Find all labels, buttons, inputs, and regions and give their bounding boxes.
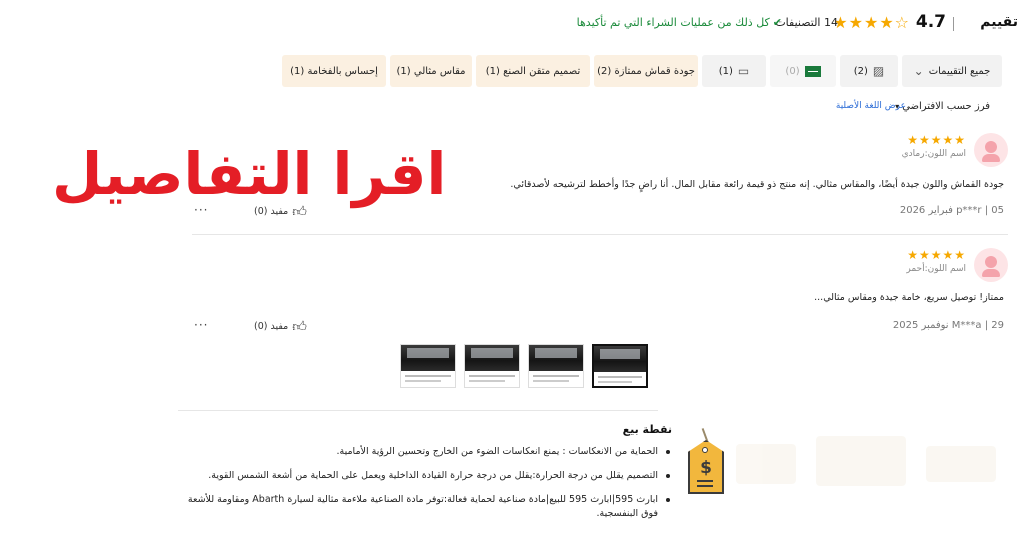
average-score: 4.7 bbox=[915, 12, 946, 32]
review-divider bbox=[192, 234, 1008, 235]
checkmark-icon: ✔ bbox=[772, 16, 782, 29]
thumbnail-image[interactable] bbox=[464, 344, 520, 388]
verified-note: ✔كل ذلك من عمليات الشراء التي تم تأكيدها bbox=[577, 16, 782, 29]
filter-chip-label: جودة قماش ممتازة (2) bbox=[597, 65, 695, 77]
filter-all-ratings[interactable]: جميع التقييمات ⌄ bbox=[902, 55, 1002, 87]
overlay-read-details-text: اقرا التفاصيل bbox=[52, 140, 447, 208]
verified-text: كل ذلك من عمليات الشراء التي تم تأكيدها bbox=[576, 16, 770, 29]
avatar bbox=[974, 133, 1008, 167]
review-stars: ★★★★★ bbox=[907, 133, 966, 147]
filter-chip-label: تصميم متقن الصنع (1) bbox=[485, 65, 581, 77]
review-text: جودة القماش واللون جيدة أيضًا، والمقاس م… bbox=[510, 179, 1004, 190]
section-divider bbox=[178, 410, 658, 411]
review-meta: 29 | M***a نوفمبر 2025 bbox=[892, 320, 1004, 331]
avatar bbox=[974, 248, 1008, 282]
filter-chip-fabric[interactable]: جودة قماش ممتازة (2) bbox=[594, 55, 698, 87]
review-item: ★★★★★ اسم اللون:أحمر ممتاز! توصيل سريع، … bbox=[192, 248, 1008, 338]
filter-country[interactable]: (0) bbox=[770, 55, 836, 87]
reviews-title: تقييم bbox=[980, 14, 1018, 30]
review-stars: ★★★★★ bbox=[907, 248, 966, 262]
filter-chip-design[interactable]: تصميم متقن الصنع (1) bbox=[476, 55, 590, 87]
review-text: ممتاز! توصيل سريع، خامة جيدة ومقاس مثالي… bbox=[814, 292, 1004, 303]
average-stars: ★★★★☆ bbox=[833, 13, 910, 32]
filter-comments-count: (1) bbox=[718, 65, 733, 77]
list-item: ابارث 595|ابارث 595 للبيع|مادة صناعية لح… bbox=[180, 493, 670, 521]
background-watermark-graphic bbox=[736, 436, 1006, 492]
review-color: اسم اللون:أحمر bbox=[906, 264, 966, 274]
filter-comments[interactable]: ▭ (1) bbox=[702, 55, 766, 87]
selling-points-heading: نقطة بيع bbox=[622, 423, 672, 436]
more-options-icon[interactable]: ··· bbox=[194, 318, 208, 332]
product-thumbnails bbox=[400, 344, 650, 390]
thumbnail-image-selected[interactable] bbox=[592, 344, 648, 388]
filter-chip-luxury[interactable]: إحساس بالفخامة (1) bbox=[282, 55, 386, 87]
list-item: الحماية من الانعكاسات : يمنع انعكاسات ال… bbox=[180, 445, 670, 459]
sort-dropdown[interactable]: فرز حسب الافتراضي▾ bbox=[895, 101, 990, 112]
original-language-link[interactable]: عرض اللغة الأصلية bbox=[836, 101, 906, 111]
list-item: التصميم يقلل من درجة الحرارة:يقلل من درج… bbox=[180, 469, 670, 483]
thumbs-up-icon: 👍︎ bbox=[292, 319, 307, 335]
helpful-label: مفيد (0) bbox=[254, 321, 289, 332]
filter-photos-count: (2) bbox=[853, 65, 868, 77]
saudi-flag-icon bbox=[804, 65, 821, 77]
comment-icon: ▭ bbox=[737, 64, 750, 78]
image-icon: ▨ bbox=[872, 64, 885, 78]
helpful-button[interactable]: 👍︎ مفيد (0) bbox=[254, 318, 307, 335]
header-divider bbox=[953, 17, 954, 31]
selling-points-list: الحماية من الانعكاسات : يمنع انعكاسات ال… bbox=[180, 445, 670, 531]
rating-header: تقييم 4.7 ★★★★☆ 14 التصنيفات ✔كل ذلك من … bbox=[0, 12, 1024, 36]
filter-all-label: جميع التقييمات bbox=[928, 65, 991, 77]
chevron-down-icon: ⌄ bbox=[913, 64, 924, 78]
filter-flag-count: (0) bbox=[785, 65, 800, 77]
sort-label: فرز حسب الافتراضي bbox=[902, 101, 990, 112]
thumbnail-image[interactable] bbox=[528, 344, 584, 388]
review-color: اسم اللون:رمادي bbox=[901, 149, 966, 159]
filter-photos[interactable]: ▨ (2) bbox=[840, 55, 898, 87]
price-tag-icon: $ bbox=[686, 428, 726, 494]
filter-chip-label: مقاس مثالي (1) bbox=[396, 65, 466, 77]
thumbnail-image[interactable] bbox=[400, 344, 456, 388]
review-filters: جميع التقييمات ⌄ ▨ (2) (0) ▭ (1) جودة قم… bbox=[0, 55, 1024, 87]
rating-count: 14 التصنيفات bbox=[775, 16, 838, 29]
filter-chip-fit[interactable]: مقاس مثالي (1) bbox=[390, 55, 472, 87]
review-meta: 05 | p***r فبراير 2026 bbox=[899, 205, 1004, 216]
filter-chip-label: إحساس بالفخامة (1) bbox=[290, 65, 378, 77]
